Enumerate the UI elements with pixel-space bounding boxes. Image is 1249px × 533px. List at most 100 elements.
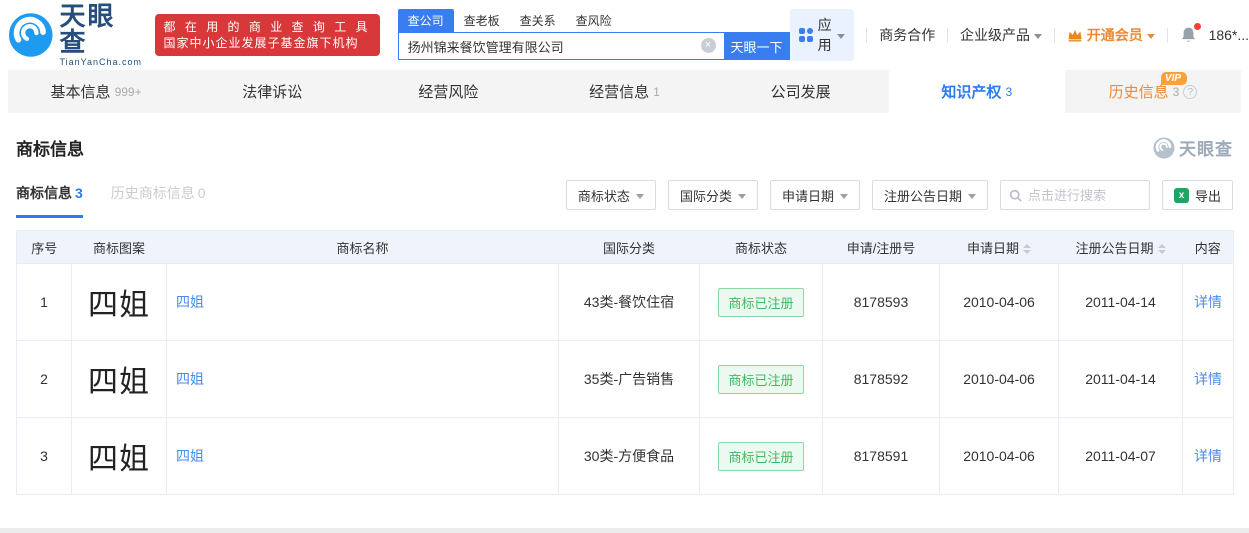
tianyancha-logo-icon [8,12,53,58]
cell-intl-class: 30类-方便食品 [559,418,700,495]
cell-index: 1 [17,264,72,341]
status-badge: 商标已注册 [718,288,803,317]
caret-down-icon [1147,34,1155,39]
divider [947,28,948,43]
nav-cooperation[interactable]: 商务合作 [879,25,935,45]
export-button[interactable]: x 导出 [1162,180,1233,210]
tianyancha-logo[interactable]: 天眼查 TianYanCha.com [8,3,143,67]
apps-label: 应用 [818,15,833,55]
divider [866,28,867,43]
cell-index: 3 [17,418,72,495]
cell-intl-class: 35类-广告销售 [559,341,700,418]
col-intl-class: 国际分类 [559,231,700,264]
cell-intl-class: 43类-餐饮住宿 [559,264,700,341]
col-reg-no: 申请/注册号 [823,231,940,264]
caret-down-icon [840,194,848,199]
trademark-image: 四姐 [72,418,167,495]
help-question-icon[interactable]: ? [1183,85,1197,99]
filter-trademark-status[interactable]: 商标状态 [566,180,656,210]
table-row: 2 四姐 四姐 35类-广告销售 商标已注册 8178592 2010-04-0… [17,341,1234,418]
cell-reg-no: 8178592 [823,341,940,418]
detail-link[interactable]: 详情 [1194,448,1222,464]
excel-icon: x [1174,188,1189,203]
header-right-nav: 应用 商务合作 企业级产品 开通会员 [790,9,1249,61]
subtab-history-trademark-info[interactable]: 历史商标信息0 [111,183,206,218]
apps-grid-icon [799,28,813,42]
col-index: 序号 [17,231,72,264]
caret-down-icon [636,194,644,199]
account-phone: 186*... [1209,27,1249,43]
search-tab-boss[interactable]: 查老板 [454,9,510,32]
cell-index: 2 [17,341,72,418]
top-header: 天眼查 TianYanCha.com 都 在 用 的 商 业 查 询 工 具 国… [0,0,1249,70]
account-menu[interactable]: 186*... [1209,27,1249,43]
caret-down-icon [968,194,976,199]
table-row: 3 四姐 四姐 30类-方便食品 商标已注册 8178591 2010-04-0… [17,418,1234,495]
status-badge: 商标已注册 [718,365,803,394]
sort-icon[interactable] [1023,244,1031,254]
search-tab-relation[interactable]: 查关系 [510,9,566,32]
tab-operating-info[interactable]: 经营信息 1 [536,70,712,113]
search-tabs: 查公司 查老板 查关系 查风险 [398,10,790,32]
filter-apply-date[interactable]: 申请日期 [770,180,860,210]
filter-intl-class[interactable]: 国际分类 [668,180,758,210]
crown-icon [1067,28,1083,42]
table-row: 1 四姐 四姐 43类-餐饮住宿 商标已注册 8178593 2010-04-0… [17,264,1234,341]
col-content: 内容 [1183,231,1234,264]
trademark-image: 四姐 [72,341,167,418]
notifications-bell[interactable] [1180,26,1197,44]
caret-down-icon [837,34,845,39]
detail-link[interactable]: 详情 [1194,294,1222,310]
watermark-logo-icon [1153,137,1175,159]
subtab-trademark-info[interactable]: 商标信息3 [16,183,83,218]
caret-down-icon [738,194,746,199]
col-trademark-image: 商标图案 [72,231,167,264]
col-apply-date[interactable]: 申请日期 [940,231,1059,264]
tab-company-development[interactable]: 公司发展 [713,70,889,113]
status-badge: 商标已注册 [718,442,803,471]
cell-reg-no: 8178591 [823,418,940,495]
cell-announce-date: 2011-04-14 [1059,341,1183,418]
cell-apply-date: 2010-04-06 [940,418,1059,495]
trademark-name-link[interactable]: 四姐 [176,294,204,310]
col-announce-date[interactable]: 注册公告日期 [1059,231,1183,264]
tab-history-info[interactable]: VIP 历史信息 3 ? [1065,70,1241,113]
watermark-logo: 天眼查 [1153,135,1233,160]
sort-icon[interactable] [1158,244,1166,254]
trademark-name-link[interactable]: 四姐 [176,448,204,464]
search-tab-risk[interactable]: 查风险 [566,9,622,32]
nav-enterprise[interactable]: 企业级产品 [960,25,1042,45]
footer-strip [0,528,1249,533]
clear-icon[interactable]: × [701,38,716,53]
cell-reg-no: 8178593 [823,264,940,341]
table-header-row: 序号 商标图案 商标名称 国际分类 商标状态 申请/注册号 申请日期 注册公告日… [17,231,1234,264]
trademark-image: 四姐 [72,264,167,341]
trademark-table: 序号 商标图案 商标名称 国际分类 商标状态 申请/注册号 申请日期 注册公告日… [16,230,1234,495]
cell-announce-date: 2011-04-07 [1059,418,1183,495]
nav-open-vip[interactable]: 开通会员 [1067,25,1155,45]
detail-link[interactable]: 详情 [1194,371,1222,387]
trademark-name-link[interactable]: 四姐 [176,371,204,387]
search-tab-company[interactable]: 查公司 [398,9,454,32]
search-block: 查公司 查老板 查关系 查风险 × 天眼一下 [398,10,790,60]
divider [1167,28,1168,43]
trademark-search-input[interactable] [1028,188,1138,203]
company-search-input[interactable] [398,32,724,60]
trademark-search-box[interactable] [1000,180,1150,210]
cell-announce-date: 2011-04-14 [1059,264,1183,341]
col-status: 商标状态 [700,231,823,264]
tab-operating-risk[interactable]: 经营风险 [360,70,536,113]
filter-announce-date[interactable]: 注册公告日期 [872,180,988,210]
cell-apply-date: 2010-04-06 [940,341,1059,418]
logo-subtitle: TianYanCha.com [59,57,142,67]
slogan-line1: 都 在 用 的 商 业 查 询 工 具 [164,19,371,35]
tab-intellectual-property[interactable]: 知识产权 3 [889,70,1065,113]
notification-dot [1194,23,1201,30]
tab-legal-litigation[interactable]: 法律诉讼 [184,70,360,113]
search-button[interactable]: 天眼一下 [724,32,790,60]
company-tab-strip: 基本信息 999+ 法律诉讼 经营风险 经营信息 1 公司发展 知识产权 3 V… [8,70,1241,113]
tab-basic-info[interactable]: 基本信息 999+ [8,70,184,113]
vip-badge: VIP [1161,72,1187,85]
cell-apply-date: 2010-04-06 [940,264,1059,341]
apps-menu[interactable]: 应用 [790,9,855,61]
